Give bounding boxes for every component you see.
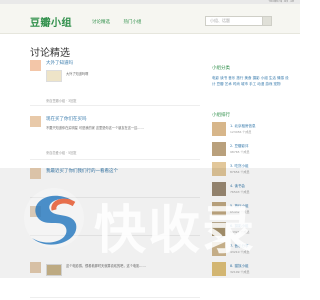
group-members: 98765 个成员	[230, 150, 250, 154]
group-name[interactable]: 6. 摄影小组	[230, 224, 248, 229]
post-card: 我最近买了你们我们行的一看看这个	[30, 168, 200, 198]
post-meta: 来自恋爱小组 · 5回复	[46, 151, 77, 155]
avatar[interactable]	[30, 206, 41, 217]
tag-link[interactable]: 手工	[249, 82, 256, 86]
tag-link[interactable]: 旅行	[236, 76, 243, 80]
sidebar-groups-title: 小组分类	[212, 66, 230, 71]
post-meta: 来自豆瓣小组 · 3回复	[46, 99, 77, 103]
post-thumbnail[interactable]	[46, 264, 62, 276]
group-avatar[interactable]	[212, 242, 226, 256]
post-card: 大外了知道吗 大外了知道吗啊 来自豆瓣小组 · 3回复	[30, 60, 200, 106]
tag-link[interactable]: 宠物	[274, 82, 281, 86]
group-avatar[interactable]	[212, 222, 226, 236]
post-title[interactable]: 大外了知道吗	[46, 60, 73, 66]
group-avatar[interactable]	[212, 182, 226, 196]
tag-link[interactable]: 摄影	[253, 76, 260, 80]
group-members: 123456 个成员	[230, 130, 252, 134]
site-logo[interactable]: 豆瓣小组	[30, 14, 72, 29]
tag-link[interactable]: 动漫	[257, 82, 264, 86]
rank-item[interactable]: 3. 吃货小组 87654 个成员	[212, 162, 292, 180]
group-name[interactable]: 5. 旅行小组	[230, 204, 248, 209]
group-members: 54321 个成员	[230, 230, 250, 234]
group-name[interactable]: 7. 音乐分享	[230, 244, 248, 249]
rank-item[interactable]: 7. 音乐分享 43210 个成员	[212, 242, 292, 260]
category-tags: 电影 读书 音乐 旅行 美食 摄影 小组 生活 情感 设计 豆瓣 艺术 时尚 城…	[212, 75, 292, 87]
group-name[interactable]: 1. 北京租房信息	[230, 124, 255, 129]
nav-item-featured[interactable]: 讨论精选	[92, 20, 110, 25]
rank-item[interactable]: 2. 豆瓣影评 98765 个成员	[212, 142, 292, 160]
group-name[interactable]: 2. 豆瓣影评	[230, 144, 248, 149]
tag-link[interactable]: 生活	[269, 76, 276, 80]
group-members: 76543 个成员	[230, 190, 250, 194]
search-input[interactable]: 小组、话题	[205, 16, 263, 26]
group-name[interactable]: 3. 吃货小组	[230, 164, 248, 169]
post-thumbnail[interactable]	[46, 70, 62, 82]
main-nav: 讨论精选 热门小组	[92, 19, 153, 25]
avatar[interactable]	[30, 60, 41, 71]
page-title: 讨论精选	[30, 48, 70, 59]
sidebar-rank-title: 小组排行	[212, 113, 230, 118]
tag-link[interactable]: 艺术	[225, 82, 232, 86]
nav-item-hot-groups[interactable]: 热门小组	[123, 20, 141, 25]
group-members: 87654 个成员	[230, 170, 250, 174]
thumb-caption: 大外了知道吗啊	[66, 72, 89, 76]
post-card: 这个电影感，很看着那时天就算喜欢的吧，这个电影……	[30, 262, 200, 298]
avatar[interactable]	[30, 168, 41, 179]
tag-link[interactable]: 电影	[212, 76, 219, 80]
tag-link[interactable]: 读书	[220, 76, 227, 80]
post-title[interactable]: 现在买了你们在买吗	[46, 116, 87, 122]
group-name[interactable]: 4. 读书会	[230, 184, 245, 189]
post-card: 现在买了你们在买吗 不要只知道你在买明星 可是我的家 这里是你这一个朋友在这一边…	[30, 116, 200, 160]
group-avatar[interactable]	[212, 142, 226, 156]
group-avatar[interactable]	[212, 202, 226, 216]
tag-link[interactable]: 城市	[241, 82, 248, 86]
rank-item[interactable]: 8. 猫奴小组 32109 个成员	[212, 262, 292, 280]
group-members: 43210 个成员	[230, 250, 250, 254]
search-button[interactable]	[262, 16, 272, 26]
group-members: 65432 个成员	[230, 210, 250, 214]
group-avatar[interactable]	[212, 122, 226, 136]
tag-link[interactable]: 音乐	[228, 76, 235, 80]
rank-item[interactable]: 5. 旅行小组 65432 个成员	[212, 202, 292, 220]
rank-item[interactable]: 6. 摄影小组 54321 个成员	[212, 222, 292, 240]
tag-link[interactable]: 小组	[261, 76, 268, 80]
post-excerpt: 这个电影感，很看着那时天就算喜欢的吧，这个电影……	[66, 264, 146, 268]
group-members: 32109 个成员	[230, 270, 250, 274]
tag-link[interactable]: 时尚	[233, 82, 240, 86]
tag-link[interactable]: 豆瓣	[217, 82, 224, 86]
avatar[interactable]	[30, 116, 41, 127]
rank-item[interactable]: 4. 读书会 76543 个成员	[212, 182, 292, 200]
group-avatar[interactable]	[212, 162, 226, 176]
rank-item[interactable]: 1. 北京租房信息 123456 个成员	[212, 122, 292, 140]
tag-link[interactable]: 游戏	[265, 82, 272, 86]
avatar[interactable]	[30, 262, 41, 273]
tag-link[interactable]: 情感	[277, 76, 284, 80]
post-card	[30, 206, 200, 236]
post-title[interactable]: 我最近买了你们我们行的一看看这个	[46, 168, 118, 174]
group-name[interactable]: 8. 猫奴小组	[230, 264, 248, 269]
group-avatar[interactable]	[212, 262, 226, 276]
tag-link[interactable]: 美食	[245, 76, 252, 80]
site-header: 豆瓣小组 讨论精选 热门小组 小组、话题	[0, 4, 300, 34]
post-excerpt: 不要只知道你在买明星 可是我的家 这里是你这一个朋友在这一边……	[46, 126, 144, 130]
